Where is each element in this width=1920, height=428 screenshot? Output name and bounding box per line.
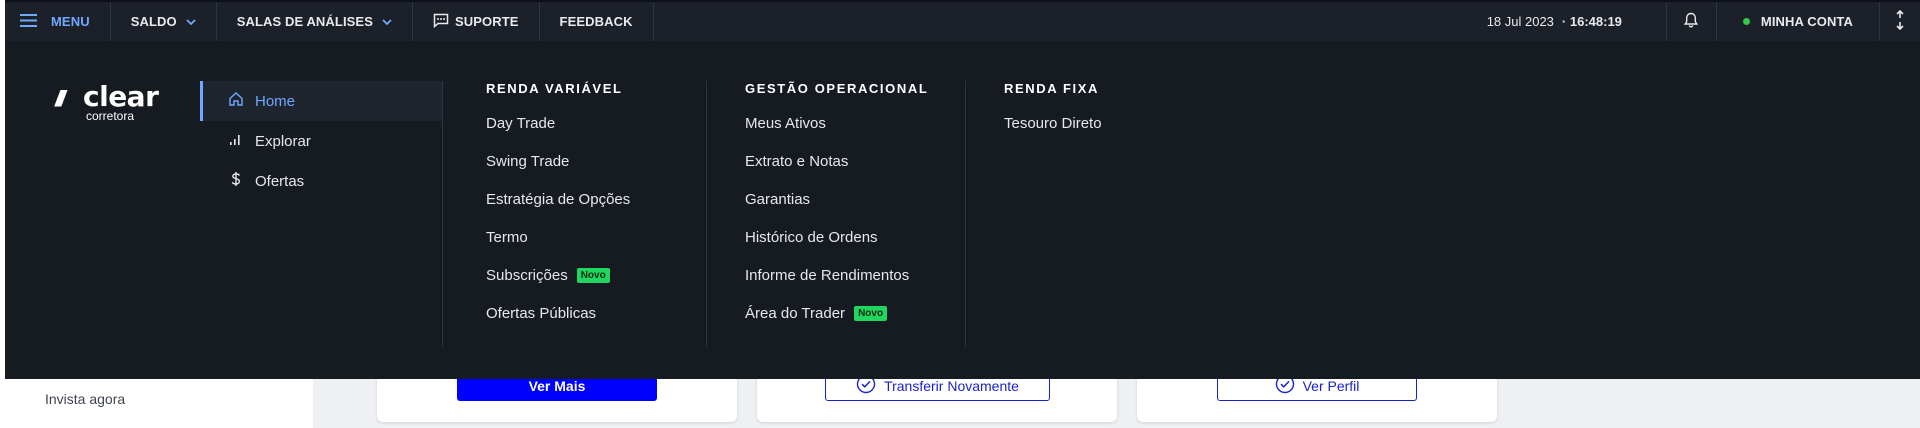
home-icon bbox=[228, 91, 244, 111]
link-label: Histórico de Ordens bbox=[745, 228, 878, 246]
saldo-label: SALDO bbox=[130, 14, 177, 29]
feedback-label: FEEDBACK bbox=[559, 14, 633, 29]
link-termo[interactable]: Termo bbox=[486, 217, 706, 257]
link-label: Tesouro Direto bbox=[1004, 114, 1102, 132]
logo-slashes: ///// bbox=[55, 86, 65, 111]
salas-de-analises-dropdown[interactable]: SALAS DE ANÁLISES bbox=[217, 2, 413, 41]
clock: 18 Jul 2023 · 16:48:19 bbox=[654, 2, 1667, 41]
status-dot bbox=[1742, 18, 1750, 25]
link-label: Meus Ativos bbox=[745, 114, 826, 132]
suporte-button[interactable]: SUPORTE bbox=[413, 2, 540, 41]
expand-toggle[interactable] bbox=[1880, 2, 1920, 41]
novo-badge: Novo bbox=[576, 267, 610, 283]
top-bar: MENU SALDO SALAS DE ANÁLISES SUPORTE FEE… bbox=[5, 0, 1920, 41]
account-label: MINHA CONTA bbox=[1760, 14, 1853, 29]
link-historico-ordens[interactable]: Histórico de Ordens bbox=[745, 217, 965, 257]
chat-icon bbox=[433, 13, 449, 31]
saldo-dropdown[interactable]: SALDO bbox=[111, 2, 217, 41]
clear-logo[interactable]: ///// clear corretora bbox=[55, 80, 159, 123]
nav-item-label: Ofertas bbox=[255, 172, 305, 190]
link-label: Termo bbox=[486, 228, 528, 246]
ver-mais-label: Ver Mais bbox=[528, 377, 586, 394]
link-estrategia-opcoes[interactable]: Estratégia de Opções bbox=[486, 179, 706, 219]
invista-agora-link[interactable]: Invista agora bbox=[45, 391, 125, 407]
nav-item-label: Home bbox=[255, 92, 296, 110]
novo-badge: Novo bbox=[854, 305, 888, 321]
link-tesouro-direto[interactable]: Tesouro Direto bbox=[1004, 103, 1225, 143]
column-title: GESTÃO OPERACIONAL bbox=[745, 81, 929, 96]
column-title: RENDA VARIÁVEL bbox=[486, 81, 623, 96]
menu-button[interactable]: MENU bbox=[5, 2, 111, 41]
link-day-trade[interactable]: Day Trade bbox=[486, 103, 706, 143]
link-extrato-notas[interactable]: Extrato e Notas bbox=[745, 141, 965, 181]
column-title: RENDA FIXA bbox=[1004, 81, 1099, 96]
date-text: 18 Jul 2023 bbox=[1486, 14, 1554, 29]
link-swing-trade[interactable]: Swing Trade bbox=[486, 141, 706, 181]
minha-conta-button[interactable]: MINHA CONTA bbox=[1717, 2, 1880, 41]
transferir-label: Transferir Novamente bbox=[884, 377, 1019, 394]
dollar-icon bbox=[228, 171, 244, 191]
link-label: Subscrições bbox=[486, 266, 568, 284]
link-label: Ofertas Públicas bbox=[486, 304, 597, 322]
chevron-down-icon bbox=[382, 14, 392, 29]
link-label: Garantias bbox=[745, 190, 811, 208]
side-nav: Home Explorar Ofertas bbox=[200, 81, 443, 347]
link-subscricoes[interactable]: Subscrições Novo bbox=[486, 255, 706, 295]
link-ofertas-publicas[interactable]: Ofertas Públicas bbox=[486, 293, 706, 333]
ver-perfil-label: Ver Perfil bbox=[1302, 377, 1360, 394]
menu-label: MENU bbox=[51, 14, 90, 29]
link-label: Swing Trade bbox=[486, 152, 570, 170]
link-label: Área do Trader bbox=[745, 304, 846, 322]
nav-item-home[interactable]: Home bbox=[200, 81, 442, 121]
expand-arrows-icon bbox=[1895, 9, 1905, 33]
link-area-trader[interactable]: Área do Trader Novo bbox=[745, 293, 965, 333]
nav-item-label: Explorar bbox=[255, 132, 311, 150]
link-label: Extrato e Notas bbox=[745, 152, 849, 170]
chevron-down-icon bbox=[186, 14, 196, 29]
hamburger-icon bbox=[20, 13, 37, 30]
link-informe-rendimentos[interactable]: Informe de Rendimentos bbox=[745, 255, 965, 295]
link-meus-ativos[interactable]: Meus Ativos bbox=[745, 103, 965, 143]
suporte-label: SUPORTE bbox=[454, 14, 519, 29]
time-text: · 16:48:19 bbox=[1561, 14, 1622, 29]
salas-label: SALAS DE ANÁLISES bbox=[236, 14, 373, 29]
mega-menu: ///// clear corretora Home Explorar Ofer… bbox=[5, 41, 1920, 379]
link-garantias[interactable]: Garantias bbox=[745, 179, 965, 219]
feedback-button[interactable]: FEEDBACK bbox=[540, 2, 654, 41]
bell-icon bbox=[1684, 12, 1699, 31]
column-renda-fixa: RENDA FIXA Tesouro Direto bbox=[1004, 81, 1225, 347]
bar-chart-icon bbox=[228, 131, 244, 151]
notifications-button[interactable] bbox=[1667, 2, 1717, 41]
link-label: Day Trade bbox=[486, 114, 556, 132]
column-renda-variavel: RENDA VARIÁVEL Day Trade Swing Trade Est… bbox=[486, 81, 707, 347]
logo-sub: corretora bbox=[86, 109, 135, 123]
column-gestao-operacional: GESTÃO OPERACIONAL Meus Ativos Extrato e… bbox=[745, 81, 966, 347]
link-label: Informe de Rendimentos bbox=[745, 266, 910, 284]
link-label: Estratégia de Opções bbox=[486, 190, 631, 208]
nav-item-explorar[interactable]: Explorar bbox=[200, 121, 442, 161]
nav-item-ofertas[interactable]: Ofertas bbox=[200, 161, 442, 201]
